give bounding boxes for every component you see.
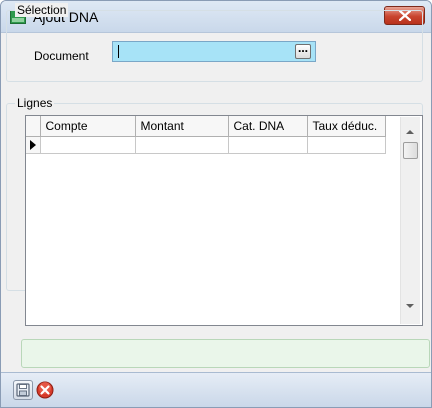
ellipsis-icon: … xyxy=(298,44,308,55)
cancel-icon xyxy=(36,381,54,399)
lines-table: Compte Montant Cat. DNA Taux déduc. xyxy=(26,116,386,154)
cell-montant[interactable] xyxy=(135,136,229,154)
column-header-montant[interactable]: Montant xyxy=(135,116,229,137)
scroll-thumb[interactable] xyxy=(403,142,418,159)
column-header-cat-dna[interactable]: Cat. DNA xyxy=(228,116,308,137)
scroll-down-icon[interactable] xyxy=(406,304,414,308)
table-row[interactable] xyxy=(26,136,386,154)
cell-cat-dna[interactable] xyxy=(228,136,308,154)
browse-button[interactable]: … xyxy=(295,44,311,59)
cancel-button[interactable] xyxy=(35,380,55,400)
lignes-group-label: Lignes xyxy=(15,96,55,110)
selection-group-label: Sélection xyxy=(15,3,69,17)
column-header-taux-deduc[interactable]: Taux déduc. xyxy=(307,116,386,137)
save-icon xyxy=(16,383,30,397)
bottom-toolbar xyxy=(1,372,431,407)
current-row-indicator xyxy=(26,136,41,154)
text-caret xyxy=(118,45,119,58)
document-input[interactable] xyxy=(112,41,316,62)
document-label: Document xyxy=(34,49,89,63)
lines-grid[interactable]: Compte Montant Cat. DNA Taux déduc. xyxy=(25,115,423,326)
cell-taux-deduc[interactable] xyxy=(307,136,386,154)
save-button[interactable] xyxy=(13,380,33,400)
cell-compte[interactable] xyxy=(40,136,136,154)
vertical-scrollbar[interactable] xyxy=(400,117,420,324)
dialog-window: Ajout DNA Sélection Document … Lignes Co… xyxy=(0,0,432,408)
column-header-compte[interactable]: Compte xyxy=(40,116,136,137)
row-header-corner xyxy=(26,116,41,137)
row-pointer-icon xyxy=(30,139,36,150)
status-panel xyxy=(21,339,430,368)
scroll-up-icon[interactable] xyxy=(406,130,414,134)
